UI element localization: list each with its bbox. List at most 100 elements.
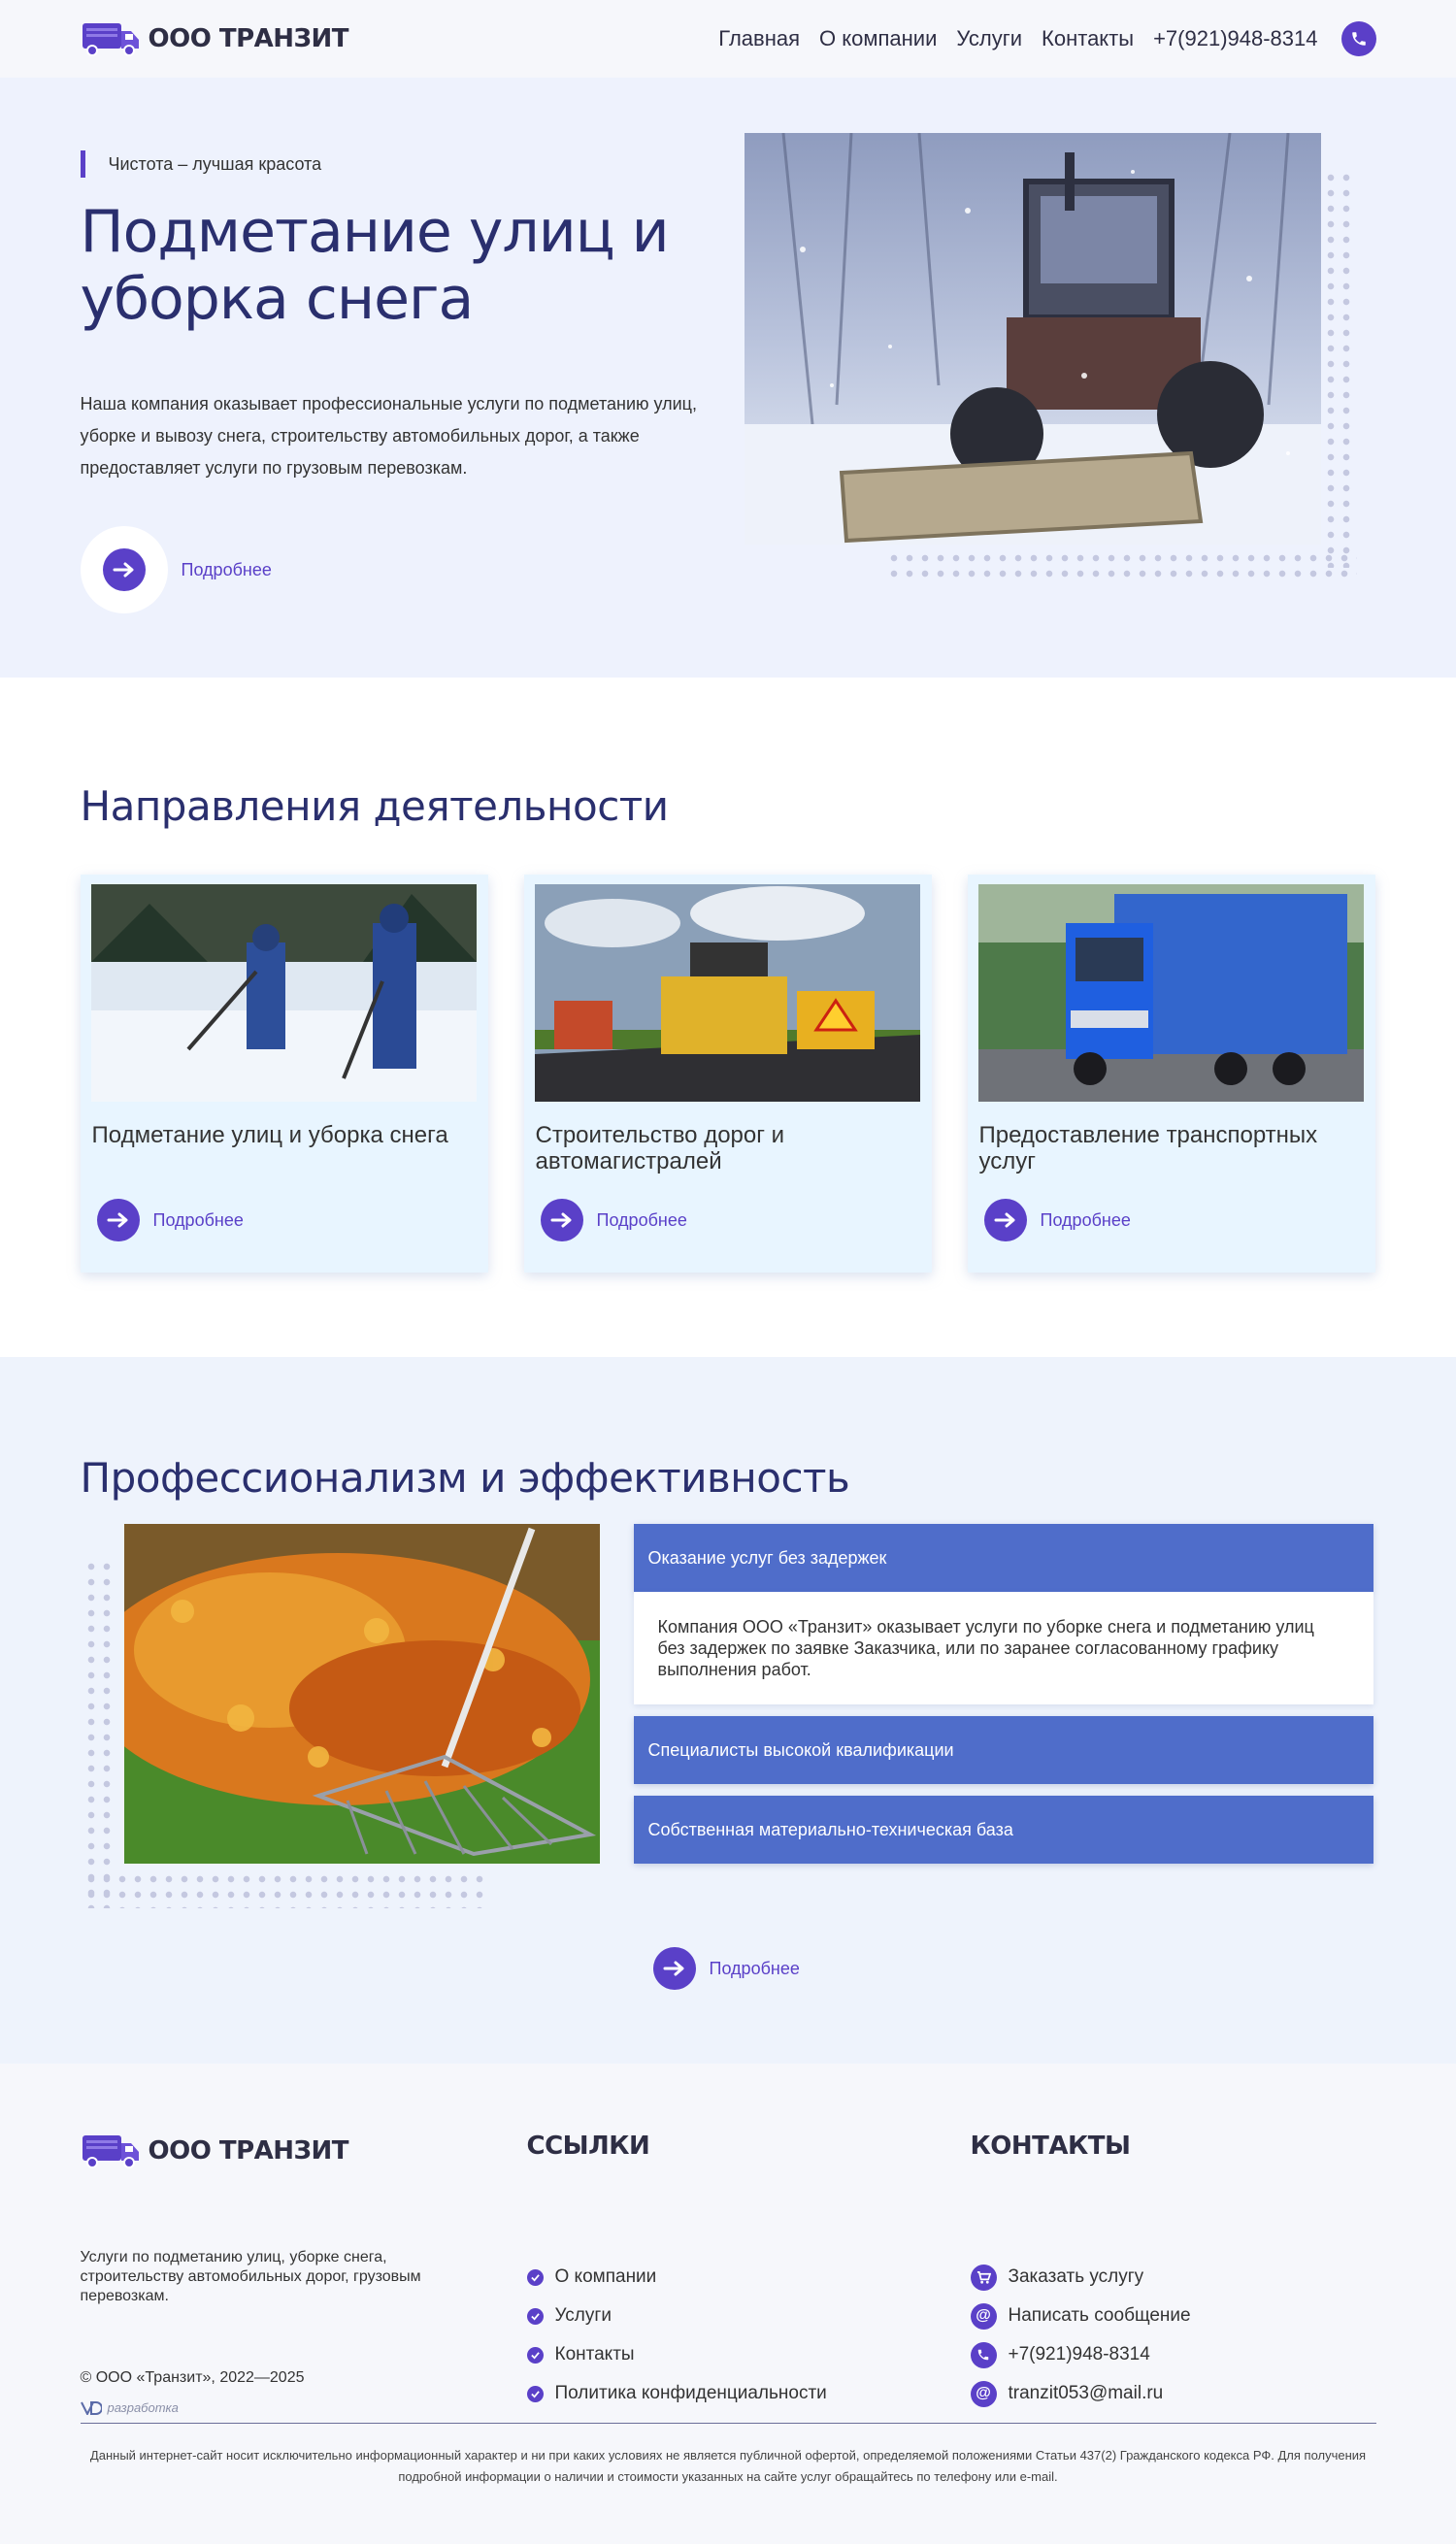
hero-more-button[interactable]: Подробнее xyxy=(80,526,272,613)
footer-link-privacy[interactable]: Политика конфиденциальности xyxy=(555,2383,827,2404)
hero-description: Наша компания оказывает профессиональные… xyxy=(80,394,697,478)
hero-dots-right xyxy=(1322,170,1357,568)
at-icon: @ xyxy=(970,2302,997,2330)
developer-label: разработка xyxy=(107,2400,179,2415)
prof-more-button[interactable]: Подробнее xyxy=(652,1947,800,1990)
accordion-body: Компания ООО «Транзит» оказывает услуги … xyxy=(633,1592,1373,1704)
arrow-right-icon xyxy=(102,548,146,591)
autumn-leaves-rake-image xyxy=(123,1524,600,1864)
direction-card-title: Предоставление транспортных услуг xyxy=(978,1122,1318,1174)
nav-phone[interactable]: +7(921)948-8314 xyxy=(1153,26,1317,51)
hero-tagline: Чистота – лучшая красота xyxy=(80,150,321,178)
footer-link-item[interactable]: Услуги xyxy=(526,2297,827,2335)
footer-links-column: ССЫЛКИ О компании Услуги Контакты Полити… xyxy=(526,2132,827,2403)
direction-more-button[interactable]: Подробнее xyxy=(983,1199,1131,1241)
footer-link-item[interactable]: Политика конфиденциальности xyxy=(526,2374,827,2413)
developer-link[interactable]: разработка xyxy=(80,2400,179,2415)
contact-message-item[interactable]: @ Написать сообщение xyxy=(970,2297,1191,2335)
developer-logo-icon xyxy=(80,2400,102,2415)
professionalism-title: Профессионализм и эффективность xyxy=(80,1454,850,1502)
footer-links-title: ССЫЛКИ xyxy=(526,2132,650,2161)
check-icon xyxy=(526,2307,544,2325)
road-paving-image xyxy=(534,884,920,1102)
contact-message-link[interactable]: Написать сообщение xyxy=(1009,2305,1191,2327)
email-icon: @ xyxy=(970,2380,997,2407)
prof-more-label: Подробнее xyxy=(709,1958,800,1978)
header-logo[interactable]: ООО ТРАНЗИТ xyxy=(81,19,349,58)
logo-text: ООО ТРАНЗИТ xyxy=(148,24,349,53)
nav-contacts[interactable]: Контакты xyxy=(1042,26,1134,51)
directions-section: Направления деятельности Подметание улиц xyxy=(0,678,1456,1357)
footer-logo[interactable]: ООО ТРАНЗИТ xyxy=(81,2132,349,2170)
accordion-header-open[interactable]: Оказание услуг без задержек xyxy=(633,1524,1373,1592)
hero-section: Чистота – лучшая красота Подметание улиц… xyxy=(0,78,1456,678)
footer-description: Услуги по подметанию улиц, уборке снега,… xyxy=(80,2249,421,2304)
truck-logo-icon xyxy=(82,2135,139,2168)
directions-cards: Подметание улиц и уборка снега Подробнее xyxy=(80,875,1375,1273)
footer-link-contacts[interactable]: Контакты xyxy=(555,2344,635,2365)
contact-email-link[interactable]: tranzit053@mail.ru xyxy=(1009,2383,1164,2404)
hero-more-halo xyxy=(80,526,168,613)
direction-more-button[interactable]: Подробнее xyxy=(540,1199,687,1241)
footer-link-about[interactable]: О компании xyxy=(555,2266,657,2288)
direction-card-title: Строительство дорог и автомагистралей xyxy=(535,1122,785,1174)
cart-icon xyxy=(970,2264,997,2291)
accordion-header[interactable]: Специалисты высокой квалификации xyxy=(633,1716,1373,1784)
contact-email-item[interactable]: @ tranzit053@mail.ru xyxy=(970,2374,1191,2413)
advantages-accordion: Оказание услуг без задержек Компания ООО… xyxy=(633,1524,1373,1864)
check-icon xyxy=(526,2268,544,2286)
hero-more-label: Подробнее xyxy=(181,559,272,579)
direction-card-snow[interactable]: Подметание улиц и уборка снега Подробнее xyxy=(80,875,488,1273)
prof-dots-bottom xyxy=(83,1871,486,1908)
footer-links-list: О компании Услуги Контакты Политика конф… xyxy=(526,2258,827,2413)
contact-order-link[interactable]: Заказать услугу xyxy=(1009,2266,1144,2288)
truck-logo-icon xyxy=(82,23,139,56)
direction-more-label: Подробнее xyxy=(152,1209,244,1230)
hero-title: Подметание улиц и уборка снега xyxy=(80,198,670,333)
contact-phone-item[interactable]: +7(921)948-8314 xyxy=(970,2335,1191,2374)
arrow-right-icon xyxy=(96,1199,140,1241)
footer-contacts-list: Заказать услугу @ Написать сообщение +7(… xyxy=(970,2258,1191,2413)
footer-copyright: © ООО «Транзит», 2022—2025 xyxy=(80,2369,305,2386)
check-icon xyxy=(526,2346,544,2364)
main-nav: Главная О компании Услуги Контакты +7(92… xyxy=(718,21,1376,56)
arrow-right-icon xyxy=(983,1199,1027,1241)
arrow-right-icon xyxy=(652,1947,696,1990)
footer-about-column: ООО ТРАНЗИТ Услуги по подметанию улиц, у… xyxy=(81,2132,421,2415)
logo-text: ООО ТРАНЗИТ xyxy=(148,2136,349,2166)
site-header: ООО ТРАНЗИТ Главная О компании Услуги Ко… xyxy=(0,0,1456,78)
site-footer: ООО ТРАНЗИТ Услуги по подметанию улиц, у… xyxy=(0,2064,1456,2544)
direction-more-label: Подробнее xyxy=(596,1209,687,1230)
footer-divider xyxy=(80,2423,1376,2424)
phone-icon[interactable] xyxy=(1340,21,1376,56)
nav-home[interactable]: Главная xyxy=(718,26,800,51)
accordion-spacer xyxy=(634,1704,1373,1716)
direction-card-roads[interactable]: Строительство дорог и автомагистралей По… xyxy=(523,875,932,1273)
footer-disclaimer: Данный интернет-сайт носит исключительно… xyxy=(89,2448,1367,2484)
contact-phone-link[interactable]: +7(921)948-8314 xyxy=(1009,2344,1150,2365)
direction-more-button[interactable]: Подробнее xyxy=(96,1199,244,1241)
footer-contacts-column: КОНТАКТЫ Заказать услугу @ Написать сооб… xyxy=(970,2132,1191,2407)
footer-link-item[interactable]: О компании xyxy=(526,2258,827,2297)
footer-link-services[interactable]: Услуги xyxy=(555,2305,612,2327)
directions-title: Направления деятельности xyxy=(80,782,670,830)
direction-more-label: Подробнее xyxy=(1040,1209,1131,1230)
hero-snow-tractor-image xyxy=(744,133,1321,545)
contact-order-item[interactable]: Заказать услугу xyxy=(970,2258,1191,2297)
professionalism-section: Профессионализм и эффективность Оказание… xyxy=(0,1357,1456,2064)
snow-workers-image xyxy=(90,884,477,1102)
blue-truck-image xyxy=(977,884,1364,1102)
footer-contacts-title: КОНТАКТЫ xyxy=(970,2132,1131,2161)
direction-card-title: Подметание улиц и уборка снега xyxy=(91,1122,448,1148)
check-icon xyxy=(526,2385,544,2402)
accordion-spacer xyxy=(634,1784,1373,1796)
nav-services[interactable]: Услуги xyxy=(956,26,1022,51)
prof-dots-left xyxy=(83,1559,117,1908)
footer-link-item[interactable]: Контакты xyxy=(526,2335,827,2374)
phone-icon xyxy=(970,2341,997,2368)
accordion-header[interactable]: Собственная материально-техническая база xyxy=(633,1796,1373,1864)
arrow-right-icon xyxy=(540,1199,583,1241)
hero-dots-bottom xyxy=(885,550,1357,584)
nav-about[interactable]: О компании xyxy=(819,26,937,51)
direction-card-transport[interactable]: Предоставление транспортных услуг Подроб… xyxy=(967,875,1375,1273)
